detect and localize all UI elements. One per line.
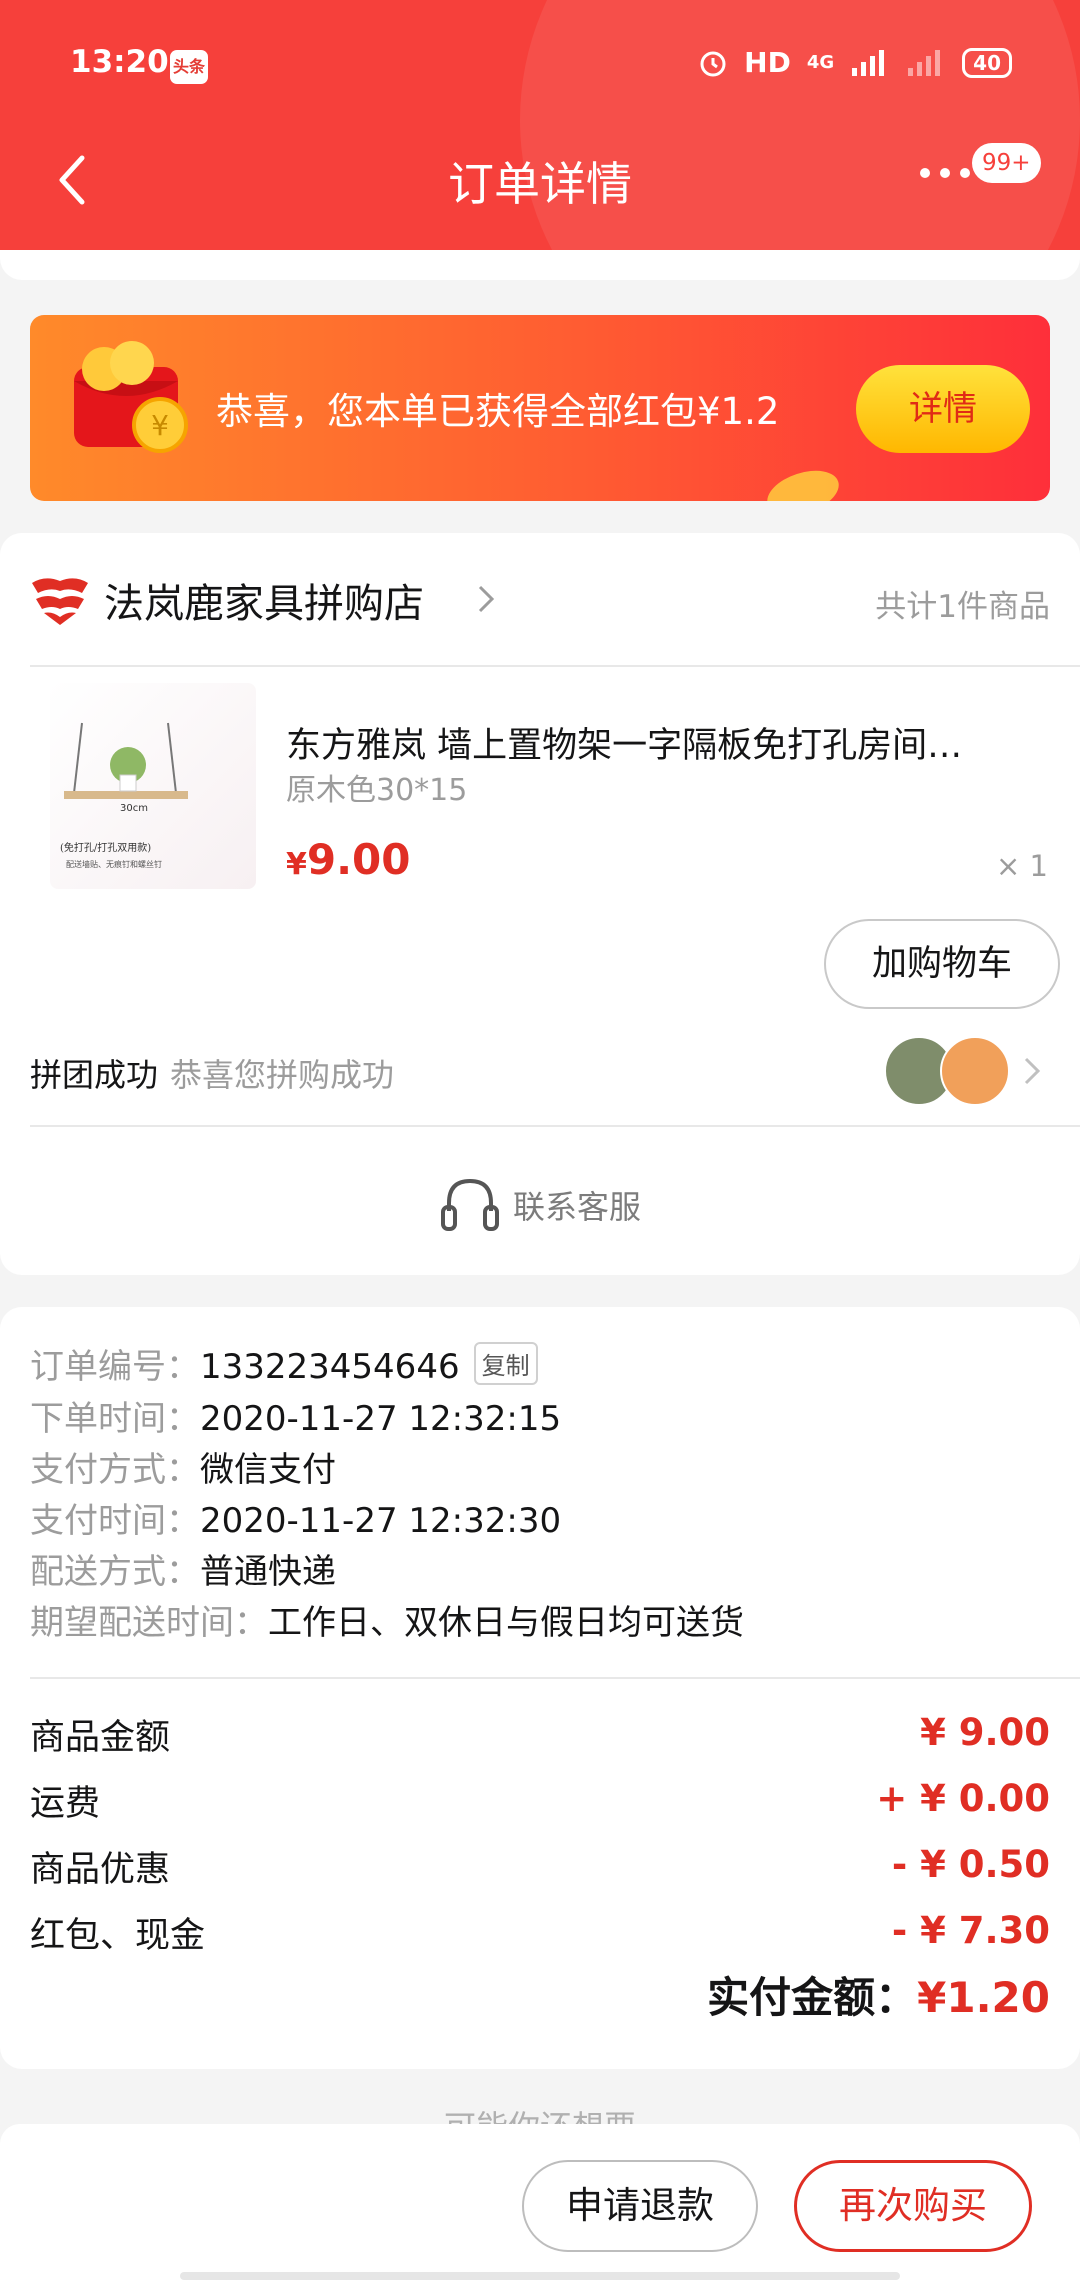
group-members[interactable] [884,1036,1014,1108]
order-number-row: 订单编号：133223454646 复制 [30,1339,538,1388]
app-notification-icon: 头条 [170,50,208,84]
red-packet-banner: ¥ 恭喜，您本单已获得全部红包¥1.2 详情 [30,315,1050,501]
product-image: 30cm (免打孔/打孔双用款) 配送墙贴、无痕钉和螺丝钉 [60,722,188,869]
order-number-label: 订单编号： [30,1347,200,1387]
group-status-message: 恭喜您拼购成功 [170,1056,395,1094]
svg-text:配送墙贴、无痕钉和螺丝钉: 配送墙贴、无痕钉和螺丝钉 [66,859,162,869]
buy-again-button[interactable]: 再次购买 [794,2160,1032,2252]
signal-icon [852,49,885,76]
goods-amount-label: 商品金额 [30,1718,171,1758]
header: 13:20 头条 HD 4G 40 订单详情 99+ [0,0,1080,250]
shop-logo-icon [32,578,88,625]
expected-delivery-label: 期望配送时间： [30,1603,268,1643]
expected-delivery-row: 期望配送时间：工作日、双休日与假日均可送货 [30,1595,744,1644]
bottom-action-bar: 申请退款 再次购买 [0,2124,1080,2280]
order-time-row: 下单时间：2020-11-27 12:32:15 [30,1391,561,1440]
status-bar: 13:20 头条 HD 4G 40 [0,0,1080,130]
discount-label: 商品优惠 [30,1850,171,1890]
order-number: 133223454646 [200,1347,460,1387]
product-thumbnail[interactable]: 30cm (免打孔/打孔双用款) 配送墙贴、无痕钉和螺丝钉 [50,683,256,889]
avatar [940,1036,1010,1106]
signal-no-sim-icon [908,49,941,76]
expected-delivery: 工作日、双休日与假日均可送货 [268,1603,744,1643]
total-paid-label: 实付金额： [707,1973,918,2022]
svg-text:30cm: 30cm [120,803,148,814]
product-price: ¥9.00 [286,835,411,884]
pay-time: 2020-11-27 12:32:30 [200,1501,562,1541]
copy-order-number-button[interactable]: 复制 [473,1342,538,1385]
contact-service-button[interactable]: 联系客服 [0,1169,1080,1241]
shop-name[interactable]: 法岚鹿家具拼购店 [104,571,424,629]
network-4g-label: 4G [806,52,835,73]
pay-method: 微信支付 [200,1450,336,1490]
shop-order-card: 法岚鹿家具拼购店 共计1件商品 30cm (免打孔/打孔双用款) 配送墙贴、无痕… [0,533,1080,1275]
page-title: 订单详情 [448,157,632,211]
product-quantity: × 1 [996,849,1048,883]
headset-icon [440,1178,499,1231]
order-time-label: 下单时间： [30,1399,200,1439]
red-packet-detail-button[interactable]: 详情 [856,365,1030,453]
shipping-amount: + ¥ 0.00 [876,1777,1050,1820]
discount-row: 商品优惠 - ¥ 0.50 [30,1841,1050,1890]
chevron-right-icon [1024,1057,1041,1085]
pay-method-row: 支付方式：微信支付 [30,1442,336,1491]
delivery-method-label: 配送方式： [30,1552,200,1592]
total-paid-amount: ¥1.20 [917,1973,1050,2022]
divider [30,1125,1080,1127]
product-spec: 原木色30*15 [286,773,468,808]
delivery-method: 普通快递 [200,1552,336,1592]
red-envelope-icon: ¥ [74,341,188,453]
shipping-row: 运费 + ¥ 0.00 [30,1775,1050,1824]
total-paid: 实付金额：¥1.20 [707,1964,1050,2025]
svg-text:¥: ¥ [151,409,169,442]
more-menu-button[interactable] [920,168,970,178]
group-status-label: 拼团成功 [30,1056,159,1094]
alarm-icon [700,51,726,76]
refund-button[interactable]: 申请退款 [522,2160,758,2252]
red-packet-row: 红包、现金 - ¥ 7.30 [30,1907,1050,1956]
pay-time-label: 支付时间： [30,1501,200,1541]
order-info-card: 订单编号：133223454646 复制 下单时间：2020-11-27 12:3… [0,1307,1080,2069]
pay-time-row: 支付时间：2020-11-27 12:32:30 [30,1493,561,1542]
message-count-badge: 99+ [972,143,1041,183]
shipping-label: 运费 [30,1784,101,1824]
home-indicator[interactable] [180,2272,900,2280]
discount-amount: - ¥ 0.50 [891,1843,1050,1886]
divider [30,665,1080,667]
product-title[interactable]: 东方雅岚 墙上置物架一字隔板免打孔房间… [286,717,1038,768]
red-packet-message: 恭喜，您本单已获得全部红包¥1.2 [216,390,780,433]
header-sliver [0,250,1080,280]
chevron-right-icon [478,585,495,613]
goods-amount: ¥ 9.00 [920,1711,1050,1754]
contact-service-label: 联系客服 [512,1188,641,1226]
order-time: 2020-11-27 12:32:15 [200,1399,562,1439]
delivery-method-row: 配送方式：普通快递 [30,1544,336,1593]
goods-amount-row: 商品金额 ¥ 9.00 [30,1709,1050,1758]
red-packet-amount: - ¥ 7.30 [891,1909,1050,1952]
status-time: 13:20 [70,44,169,80]
red-packet-label: 红包、现金 [30,1916,206,1956]
add-to-cart-button[interactable]: 加购物车 [824,919,1060,1009]
coin-decoration [761,462,845,501]
item-count: 共计1件商品 [875,589,1050,625]
pay-method-label: 支付方式： [30,1450,200,1490]
battery-icon: 40 [962,47,1012,78]
network-hd-label: HD [744,46,791,79]
svg-text:(免打孔/打孔双用款): (免打孔/打孔双用款) [60,841,151,854]
divider [30,1677,1080,1679]
